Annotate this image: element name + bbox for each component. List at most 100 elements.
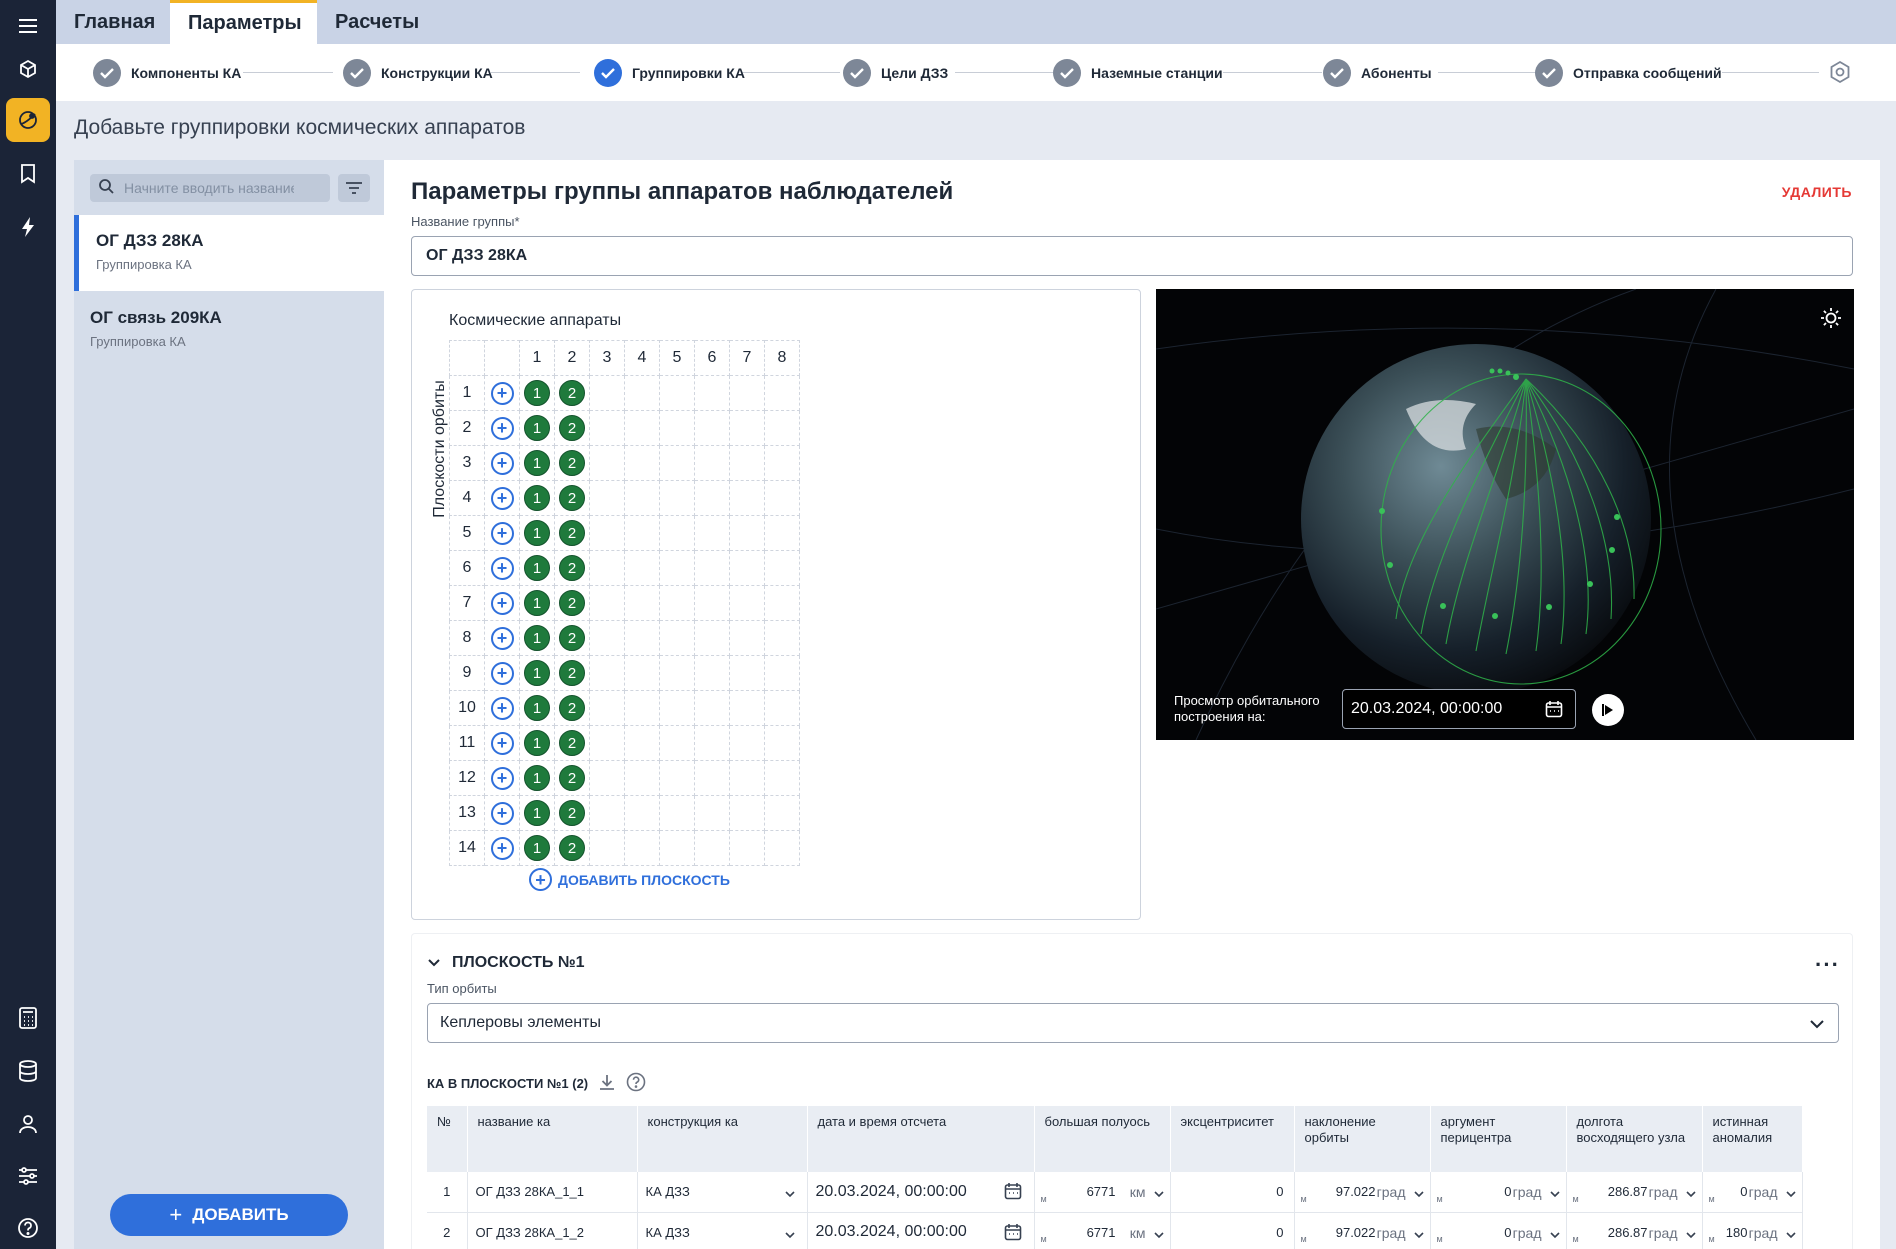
database-icon[interactable] [6,1049,50,1093]
satellite-badge[interactable]: 1 [524,415,550,441]
true-anomaly-input[interactable]: м 180 град [1702,1212,1803,1249]
more-icon[interactable]: ··· [1815,952,1840,978]
grid-cell[interactable] [694,725,730,761]
satellite-badge[interactable]: 2 [559,380,585,406]
grid-cell[interactable] [589,760,625,796]
satellite-badge[interactable]: 2 [559,450,585,476]
grid-cell[interactable] [764,795,800,831]
grid-cell[interactable] [659,620,695,656]
satellite-badge[interactable]: 2 [559,660,585,686]
grid-cell[interactable] [729,725,765,761]
plus-circle-icon[interactable]: + [490,731,514,755]
cube-icon[interactable] [6,47,50,91]
grid-cell[interactable] [729,585,765,621]
inclination-input[interactable]: м 97.022 град [1294,1212,1431,1249]
grid-cell[interactable] [659,830,695,866]
grid-cell[interactable] [729,795,765,831]
filter-icon[interactable] [338,174,370,202]
grid-cell[interactable] [694,795,730,831]
step-components[interactable]: Компоненты КА [93,58,241,88]
group-item[interactable]: ОГ связь 209КА Группировка КА [74,292,384,368]
grid-cell[interactable] [659,515,695,551]
step-messages[interactable]: Отправка сообщений [1535,58,1722,88]
step-subscribers[interactable]: Абоненты [1323,58,1432,88]
satellite-badge[interactable]: 2 [559,625,585,651]
grid-cell[interactable] [659,655,695,691]
grid-cell[interactable] [624,655,660,691]
grid-cell[interactable] [694,585,730,621]
semi-major-axis-input[interactable]: м 6771 км [1034,1172,1171,1213]
satellite-badge[interactable]: 2 [559,555,585,581]
satellite-badge[interactable]: 2 [559,800,585,826]
grid-cell[interactable] [624,795,660,831]
grid-cell[interactable] [729,690,765,726]
grid-cell[interactable] [589,550,625,586]
chevron-down-icon[interactable] [1785,1227,1796,1242]
settings-icon[interactable] [1828,60,1852,89]
satellite-badge[interactable]: 1 [524,800,550,826]
ka-name-input[interactable]: ОГ ДЗЗ 28КА_1_2 [467,1212,638,1249]
satellite-badge[interactable]: 1 [524,730,550,756]
grid-cell[interactable] [729,760,765,796]
grid-cell[interactable] [589,620,625,656]
construction-select[interactable]: КА ДЗЗ [637,1172,808,1213]
grid-cell[interactable] [764,410,800,446]
satellite-badge[interactable]: 1 [524,485,550,511]
plus-circle-icon[interactable]: + [490,836,514,860]
grid-cell[interactable] [729,830,765,866]
grid-cell[interactable] [764,585,800,621]
grid-cell[interactable] [659,375,695,411]
plus-circle-icon[interactable]: + [490,591,514,615]
calendar-icon[interactable] [1004,1223,1022,1246]
grid-cell[interactable] [659,760,695,796]
chevron-down-icon[interactable] [1785,1186,1796,1201]
satellite-badge[interactable]: 2 [559,590,585,616]
grid-cell[interactable] [659,585,695,621]
orbit-type-select[interactable]: Кеплеровы элементы [427,1003,1839,1043]
lightning-icon[interactable] [6,205,50,249]
grid-cell[interactable] [589,795,625,831]
grid-cell[interactable] [729,445,765,481]
add-group-button[interactable]: + ДОБАВИТЬ [110,1194,348,1236]
grid-cell[interactable] [764,830,800,866]
chevron-down-icon[interactable] [1549,1186,1560,1201]
satellite-badge[interactable]: 2 [559,765,585,791]
bookmark-icon[interactable] [6,152,50,196]
help-icon[interactable] [626,1072,646,1095]
grid-cell[interactable] [659,795,695,831]
chevron-down-icon[interactable] [1685,1227,1696,1242]
grid-cell[interactable] [589,515,625,551]
grid-cell[interactable] [694,550,730,586]
grid-cell[interactable] [764,655,800,691]
satellite-badge[interactable]: 1 [524,450,550,476]
satellite-badge[interactable]: 1 [524,765,550,791]
calendar-icon[interactable] [1004,1182,1022,1205]
grid-cell[interactable] [764,375,800,411]
grid-cell[interactable] [764,480,800,516]
grid-cell[interactable] [694,445,730,481]
raan-input[interactable]: м 286.87 град [1566,1212,1703,1249]
grid-cell[interactable] [589,445,625,481]
plus-circle-icon[interactable]: + [490,451,514,475]
grid-cell[interactable] [624,445,660,481]
grid-cell[interactable] [624,410,660,446]
grid-cell[interactable] [624,620,660,656]
grid-cell[interactable] [624,830,660,866]
plus-circle-icon[interactable]: + [490,626,514,650]
satellite-badge[interactable]: 2 [559,415,585,441]
grid-cell[interactable] [624,760,660,796]
grid-cell[interactable] [589,655,625,691]
satellite-badge[interactable]: 1 [524,835,550,861]
grid-cell[interactable] [659,550,695,586]
grid-cell[interactable] [624,375,660,411]
grid-cell[interactable] [589,410,625,446]
plus-circle-icon[interactable]: + [490,696,514,720]
grid-cell[interactable] [659,410,695,446]
satellite-badge[interactable]: 1 [524,590,550,616]
chevron-down-icon[interactable] [1413,1186,1424,1201]
grid-cell[interactable] [764,760,800,796]
step-targets[interactable]: Цели ДЗЗ [843,58,948,88]
satellite-badge[interactable]: 1 [524,625,550,651]
satellite-badge[interactable]: 1 [524,520,550,546]
satellite-badge[interactable]: 2 [559,695,585,721]
